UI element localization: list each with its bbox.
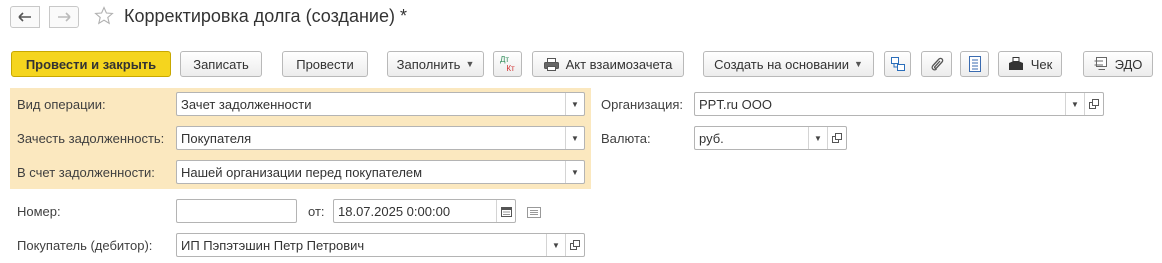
dropdown-arrow-icon[interactable]: ▼ bbox=[565, 161, 584, 183]
receipt-button[interactable]: Чек bbox=[998, 51, 1062, 77]
arrow-right-icon bbox=[58, 12, 71, 22]
write-label: Записать bbox=[193, 56, 249, 72]
operation-type-select[interactable]: Зачет задолженности ▼ bbox=[176, 92, 585, 116]
post-label: Провести bbox=[296, 56, 354, 72]
document-list-icon bbox=[968, 56, 981, 72]
buyer-value: ИП Пэпэтэшин Петр Петрович bbox=[181, 237, 365, 253]
favorite-star-icon[interactable] bbox=[94, 6, 114, 26]
list-button[interactable] bbox=[960, 51, 989, 77]
dropdown-arrow-icon[interactable]: ▼ bbox=[565, 127, 584, 149]
offset-debt-value: Покупателя bbox=[181, 130, 252, 146]
act-label: Акт взаимозачета bbox=[565, 56, 673, 72]
organization-value: PPT.ru ООО bbox=[699, 96, 772, 112]
number-input[interactable] bbox=[176, 199, 297, 223]
dt-kt-button[interactable]: Дт Кт bbox=[493, 51, 522, 77]
cash-register-icon bbox=[1008, 57, 1024, 71]
currency-value: руб. bbox=[699, 130, 724, 146]
calendar-icon[interactable] bbox=[496, 200, 515, 222]
chevron-down-icon: ▼ bbox=[465, 59, 475, 69]
post-button[interactable]: Провести bbox=[282, 51, 368, 77]
printer-icon bbox=[543, 57, 559, 71]
dropdown-arrow-icon[interactable]: ▼ bbox=[546, 234, 565, 256]
to-debt-select[interactable]: Нашей организации перед покупателем ▼ bbox=[176, 160, 585, 184]
organization-select[interactable]: PPT.ru ООО ▼ bbox=[694, 92, 1104, 116]
currency-label: Валюта: bbox=[601, 131, 651, 146]
structure-icon bbox=[890, 57, 905, 71]
organization-label: Организация: bbox=[601, 97, 684, 112]
open-form-icon[interactable] bbox=[1084, 93, 1103, 115]
offset-debt-select[interactable]: Покупателя ▼ bbox=[176, 126, 585, 150]
date-value: 18.07.2025 0:00:00 bbox=[338, 203, 451, 219]
create-based-button[interactable]: Создать на основании ▼ bbox=[703, 51, 874, 77]
currency-select[interactable]: руб. ▼ bbox=[694, 126, 847, 150]
operation-type-value: Зачет задолженности bbox=[181, 96, 312, 112]
post-and-close-label: Провести и закрыть bbox=[25, 56, 157, 72]
act-button[interactable]: Акт взаимозачета bbox=[532, 51, 684, 77]
create-based-label: Создать на основании bbox=[714, 56, 849, 72]
offset-debt-label: Зачесть задолженность: bbox=[17, 131, 165, 146]
paperclip-icon bbox=[931, 57, 943, 71]
arrow-left-icon bbox=[18, 12, 31, 22]
dt-kt-icon: Дт Кт bbox=[499, 55, 515, 73]
to-debt-value: Нашей организации перед покупателем bbox=[181, 164, 423, 180]
receipt-label: Чек bbox=[1030, 56, 1053, 72]
post-and-close-button[interactable]: Провести и закрыть bbox=[11, 51, 171, 77]
back-button[interactable] bbox=[10, 6, 40, 28]
open-form-icon[interactable] bbox=[565, 234, 584, 256]
edo-icon bbox=[1094, 57, 1108, 71]
buyer-select[interactable]: ИП Пэпэтэшин Петр Петрович ▼ bbox=[176, 233, 585, 257]
fill-label: Заполнить bbox=[396, 56, 461, 72]
dropdown-arrow-icon[interactable]: ▼ bbox=[1065, 93, 1084, 115]
number-label: Номер: bbox=[17, 204, 61, 219]
buyer-label: Покупатель (дебитор): bbox=[17, 238, 153, 253]
attach-button[interactable] bbox=[921, 51, 952, 77]
page-title: Корректировка долга (создание) * bbox=[124, 6, 407, 26]
fill-button[interactable]: Заполнить ▼ bbox=[387, 51, 484, 77]
edo-button[interactable]: ЭДО bbox=[1083, 51, 1153, 77]
dropdown-arrow-icon[interactable]: ▼ bbox=[565, 93, 584, 115]
date-input[interactable]: 18.07.2025 0:00:00 bbox=[333, 199, 516, 223]
structure-button[interactable] bbox=[884, 51, 911, 77]
dropdown-arrow-icon[interactable]: ▼ bbox=[808, 127, 827, 149]
open-form-icon[interactable] bbox=[827, 127, 846, 149]
comment-icon[interactable] bbox=[527, 206, 541, 221]
chevron-down-icon: ▼ bbox=[853, 59, 863, 69]
date-label: от: bbox=[308, 204, 325, 219]
to-debt-label: В счет задолженности: bbox=[17, 165, 155, 180]
operation-type-label: Вид операции: bbox=[17, 97, 106, 112]
edo-label: ЭДО bbox=[1114, 56, 1143, 72]
forward-button[interactable] bbox=[49, 6, 79, 28]
write-button[interactable]: Записать bbox=[180, 51, 262, 77]
